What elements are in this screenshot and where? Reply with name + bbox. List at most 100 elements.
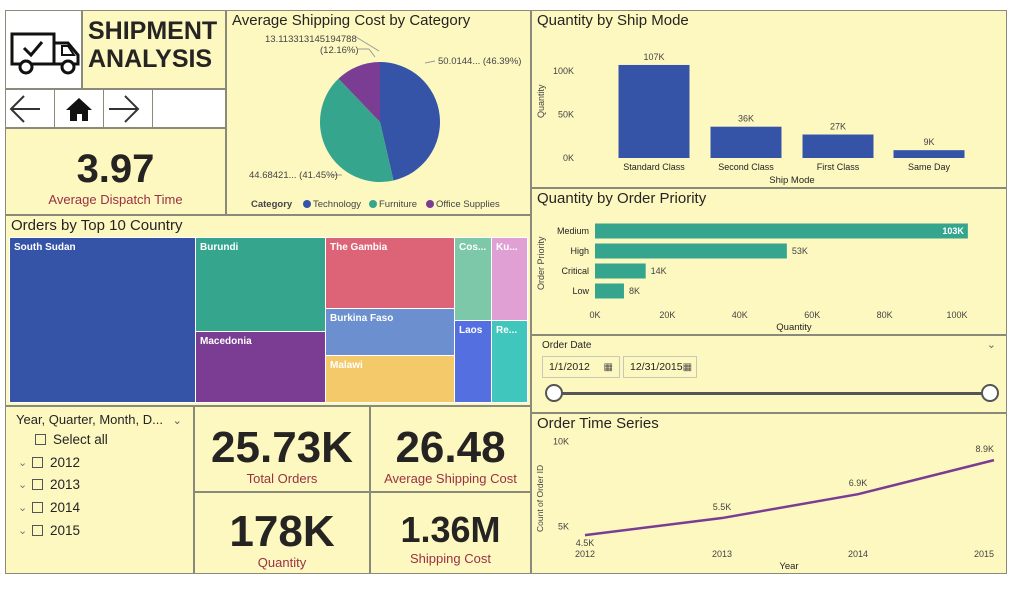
legend-office-supplies: Office Supplies — [436, 199, 500, 210]
treemap-cell-macedonia[interactable]: Macedonia — [195, 331, 326, 403]
priority-category-label: High — [570, 246, 589, 256]
slicer-header[interactable]: Year, Quarter, Month, D... ⌄ — [16, 412, 182, 427]
slicer-select-all[interactable]: Select all — [35, 429, 108, 449]
logo-panel — [5, 10, 82, 89]
slicer-item-2015[interactable]: ⌄ 2015 — [18, 520, 80, 540]
ship-mode-chart: Quantity Ship Mode 0K 50K 100K 107K Standard… — [536, 52, 965, 186]
pie-callout-office-2: (12.16%) — [320, 45, 359, 56]
treemap-cell-laos[interactable]: Laos — [454, 320, 492, 403]
treemap-title: Orders by Top 10 Country — [11, 217, 183, 234]
truck-check-icon — [10, 32, 80, 75]
checkbox[interactable] — [32, 501, 43, 513]
date-range-track[interactable] — [554, 392, 990, 395]
checkbox[interactable] — [32, 456, 43, 468]
checkbox[interactable] — [35, 433, 46, 445]
treemap-cell-south-sudan[interactable]: South Sudan — [9, 237, 196, 403]
kpi-total-orders: 25.73K Total Orders — [194, 406, 370, 492]
priority-xtick: 0K — [589, 310, 600, 320]
priority-category-label: Critical — [561, 266, 589, 276]
start-date-input[interactable]: 1/1/2012 ▦ — [542, 356, 620, 378]
ship-bar[interactable] — [893, 150, 965, 158]
chevron-down-icon[interactable]: ⌄ — [987, 338, 996, 351]
checkbox[interactable] — [32, 478, 43, 490]
legend-furniture: Furniture — [379, 199, 417, 210]
pie-panel: Average Shipping Cost by Category 13.113… — [226, 10, 531, 215]
priority-category-label: Medium — [557, 226, 589, 236]
pie-callout-technology: 50.0144... (46.39%) — [438, 56, 521, 67]
ship-bar[interactable] — [618, 64, 690, 158]
timeseries-xtick: 2013 — [712, 549, 732, 559]
treemap-cell-re[interactable]: Re... — [491, 320, 528, 403]
treemap-cell-burundi[interactable]: Burundi — [195, 237, 326, 332]
ship-category-label: Same Day — [908, 162, 951, 172]
timeseries-data-label: 8.9K — [975, 444, 994, 454]
chevron-down-icon[interactable]: ⌄ — [173, 415, 182, 427]
date-range-start-handle[interactable] — [545, 384, 563, 402]
dashboard-title-line1: SHIPMENT — [88, 17, 218, 45]
title-panel: SHIPMENT ANALYSIS — [82, 10, 226, 89]
kpi-value: 1.36M — [400, 509, 501, 550]
timeseries-line[interactable] — [584, 458, 995, 537]
priority-bar[interactable] — [595, 243, 787, 259]
kpi-label: Shipping Cost — [410, 551, 491, 566]
treemap-cell-malawi[interactable]: Malawi — [325, 355, 455, 403]
kpi-label: Average Dispatch Time — [48, 192, 183, 207]
timeseries-data-label: 6.9K — [849, 478, 868, 488]
ship-xlabel: Ship Mode — [769, 175, 814, 186]
chevron-down-icon[interactable]: ⌄ — [18, 501, 32, 514]
checkbox[interactable] — [32, 524, 43, 536]
slicer-item-2012[interactable]: ⌄ 2012 — [18, 452, 80, 472]
treemap-cell-burkina-faso[interactable]: Burkina Faso — [325, 308, 455, 356]
priority-xtick: 80K — [877, 310, 893, 320]
treemap-cell-costa[interactable]: Cos... — [454, 237, 492, 321]
slicer-item-2014[interactable]: ⌄ 2014 — [18, 497, 80, 517]
priority-bar[interactable] — [595, 263, 646, 279]
kpi-label: Average Shipping Cost — [384, 471, 517, 486]
calendar-icon[interactable]: ▦ — [604, 362, 613, 373]
date-filter-title: Order Date — [542, 340, 592, 351]
slicer-item-label: 2012 — [50, 454, 81, 470]
priority-category-label: Low — [572, 286, 589, 296]
timeseries-ylabel: Count of Order ID — [535, 465, 545, 532]
date-range-end-handle[interactable] — [981, 384, 999, 402]
chevron-down-icon[interactable]: ⌄ — [18, 524, 32, 537]
back-button[interactable] — [6, 90, 55, 128]
priority-xtick: 100K — [946, 310, 967, 320]
slicer-item-2013[interactable]: ⌄ 2013 — [18, 474, 80, 494]
start-date-value: 1/1/2012 — [549, 361, 590, 373]
pie-callout-furniture: 44.68421... (41.45%) — [249, 170, 338, 181]
kpi-shipping-cost: 1.36M Shipping Cost — [370, 492, 531, 574]
calendar-icon[interactable]: ▦ — [683, 362, 692, 373]
chevron-down-icon[interactable]: ⌄ — [18, 456, 32, 469]
kpi-dispatch-time: 3.97 Average Dispatch Time — [5, 128, 226, 215]
ship-category-label: Standard Class — [623, 162, 685, 172]
chevron-down-icon[interactable]: ⌄ — [18, 478, 32, 491]
timeseries-xtick: 2014 — [848, 549, 868, 559]
slicer-title: Year, Quarter, Month, D... — [16, 412, 163, 427]
timeseries-xlabel: Year — [779, 561, 798, 572]
ship-bar[interactable] — [802, 134, 874, 158]
treemap-cell-the-gambia[interactable]: The Gambia — [325, 237, 455, 309]
treemap-panel: Orders by Top 10 Country South Sudan Bur… — [5, 215, 531, 406]
legend-dot-technology — [303, 200, 311, 208]
kpi-label: Total Orders — [246, 471, 318, 486]
ship-data-label: 107K — [643, 52, 664, 62]
priority-ylabel: Order Priority — [536, 236, 546, 290]
kpi-value: 26.48 — [395, 423, 506, 472]
priority-xtick: 60K — [804, 310, 820, 320]
pie-chart: 13.113313145194788 (12.16%) 50.0144... (… — [249, 34, 521, 210]
kpi-label: Quantity — [257, 555, 307, 570]
timeseries-data-label: 5.5K — [713, 502, 732, 512]
end-date-input[interactable]: 12/31/2015 ▦ — [623, 356, 697, 378]
legend-technology: Technology — [313, 199, 361, 210]
slicer-item-label: 2013 — [50, 476, 81, 492]
timeseries-xtick: 2012 — [575, 549, 595, 559]
legend-dot-furniture — [369, 200, 377, 208]
ship-data-label: 36K — [738, 114, 754, 124]
home-button[interactable] — [55, 90, 104, 128]
priority-bar[interactable] — [595, 223, 968, 239]
priority-bar[interactable] — [595, 283, 624, 299]
ship-bar[interactable] — [710, 126, 782, 158]
treemap-cell-kuwait[interactable]: Ku... — [491, 237, 528, 321]
forward-button[interactable] — [104, 90, 153, 128]
